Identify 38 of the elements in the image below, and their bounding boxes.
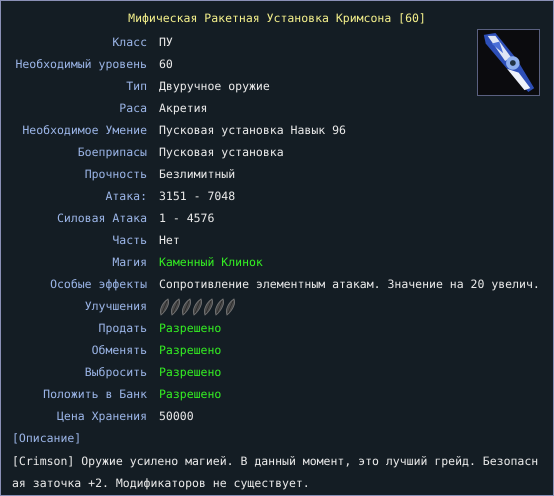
item-title: Мифическая Ракетная Установка Кримсона [60] xyxy=(127,10,427,27)
property-value: 50000 xyxy=(159,408,194,426)
property-label: Силовая Атака xyxy=(56,210,147,228)
property-label: Продать xyxy=(98,320,147,338)
property-value: Пусковая установка Навык 96 xyxy=(159,122,346,140)
property-value: Акретия xyxy=(159,100,208,118)
property-value: ПУ xyxy=(159,34,173,52)
property-value: Сопротивление элементным атакам. Значение на 20 увелич. xyxy=(159,276,540,294)
property-label: Положить в Банк xyxy=(42,386,147,404)
property-label: Раса xyxy=(118,100,147,118)
property-label: Необходимый уровень xyxy=(14,56,147,74)
property-label: Цена Хранения xyxy=(56,408,147,426)
property-value: Разрешено xyxy=(159,364,222,382)
property-value: Разрешено xyxy=(159,320,222,338)
property-label: Часть xyxy=(111,232,147,250)
property-label: Прочность xyxy=(84,166,147,184)
property-value: 60 xyxy=(159,56,173,74)
property-value: Двуручное оружие xyxy=(159,78,270,96)
property-value: Нет xyxy=(159,232,180,250)
description-heading: [Описание] xyxy=(11,430,82,448)
property-value: Каменный Клинок xyxy=(159,254,263,272)
property-value: Разрешено xyxy=(159,386,222,404)
property-label: Улучшения xyxy=(84,298,147,316)
property-value: Пусковая установка xyxy=(159,144,284,162)
property-label: Магия xyxy=(111,254,147,272)
property-label: Тип xyxy=(125,78,147,96)
property-label: Обменять xyxy=(90,342,147,360)
property-label: Атака: xyxy=(104,188,147,206)
property-label: Боеприпасы xyxy=(76,144,147,162)
property-label: Класс xyxy=(111,34,147,52)
property-value: 1 - 4576 xyxy=(159,210,214,228)
property-value: Разрешено xyxy=(159,342,222,360)
property-value: Безлимитный xyxy=(159,166,236,184)
property-value: 3151 - 7048 xyxy=(159,188,236,206)
property-label: Особые эффекты xyxy=(49,276,147,294)
property-label: Выбросить xyxy=(84,364,147,382)
description-text: [Crimson] Оружие усилено магией. В данный момент, это лучший грейд. Безопасная заточка +2. Модификаторов не существует. xyxy=(12,453,540,492)
property-label: Необходимое Умение xyxy=(21,122,147,140)
